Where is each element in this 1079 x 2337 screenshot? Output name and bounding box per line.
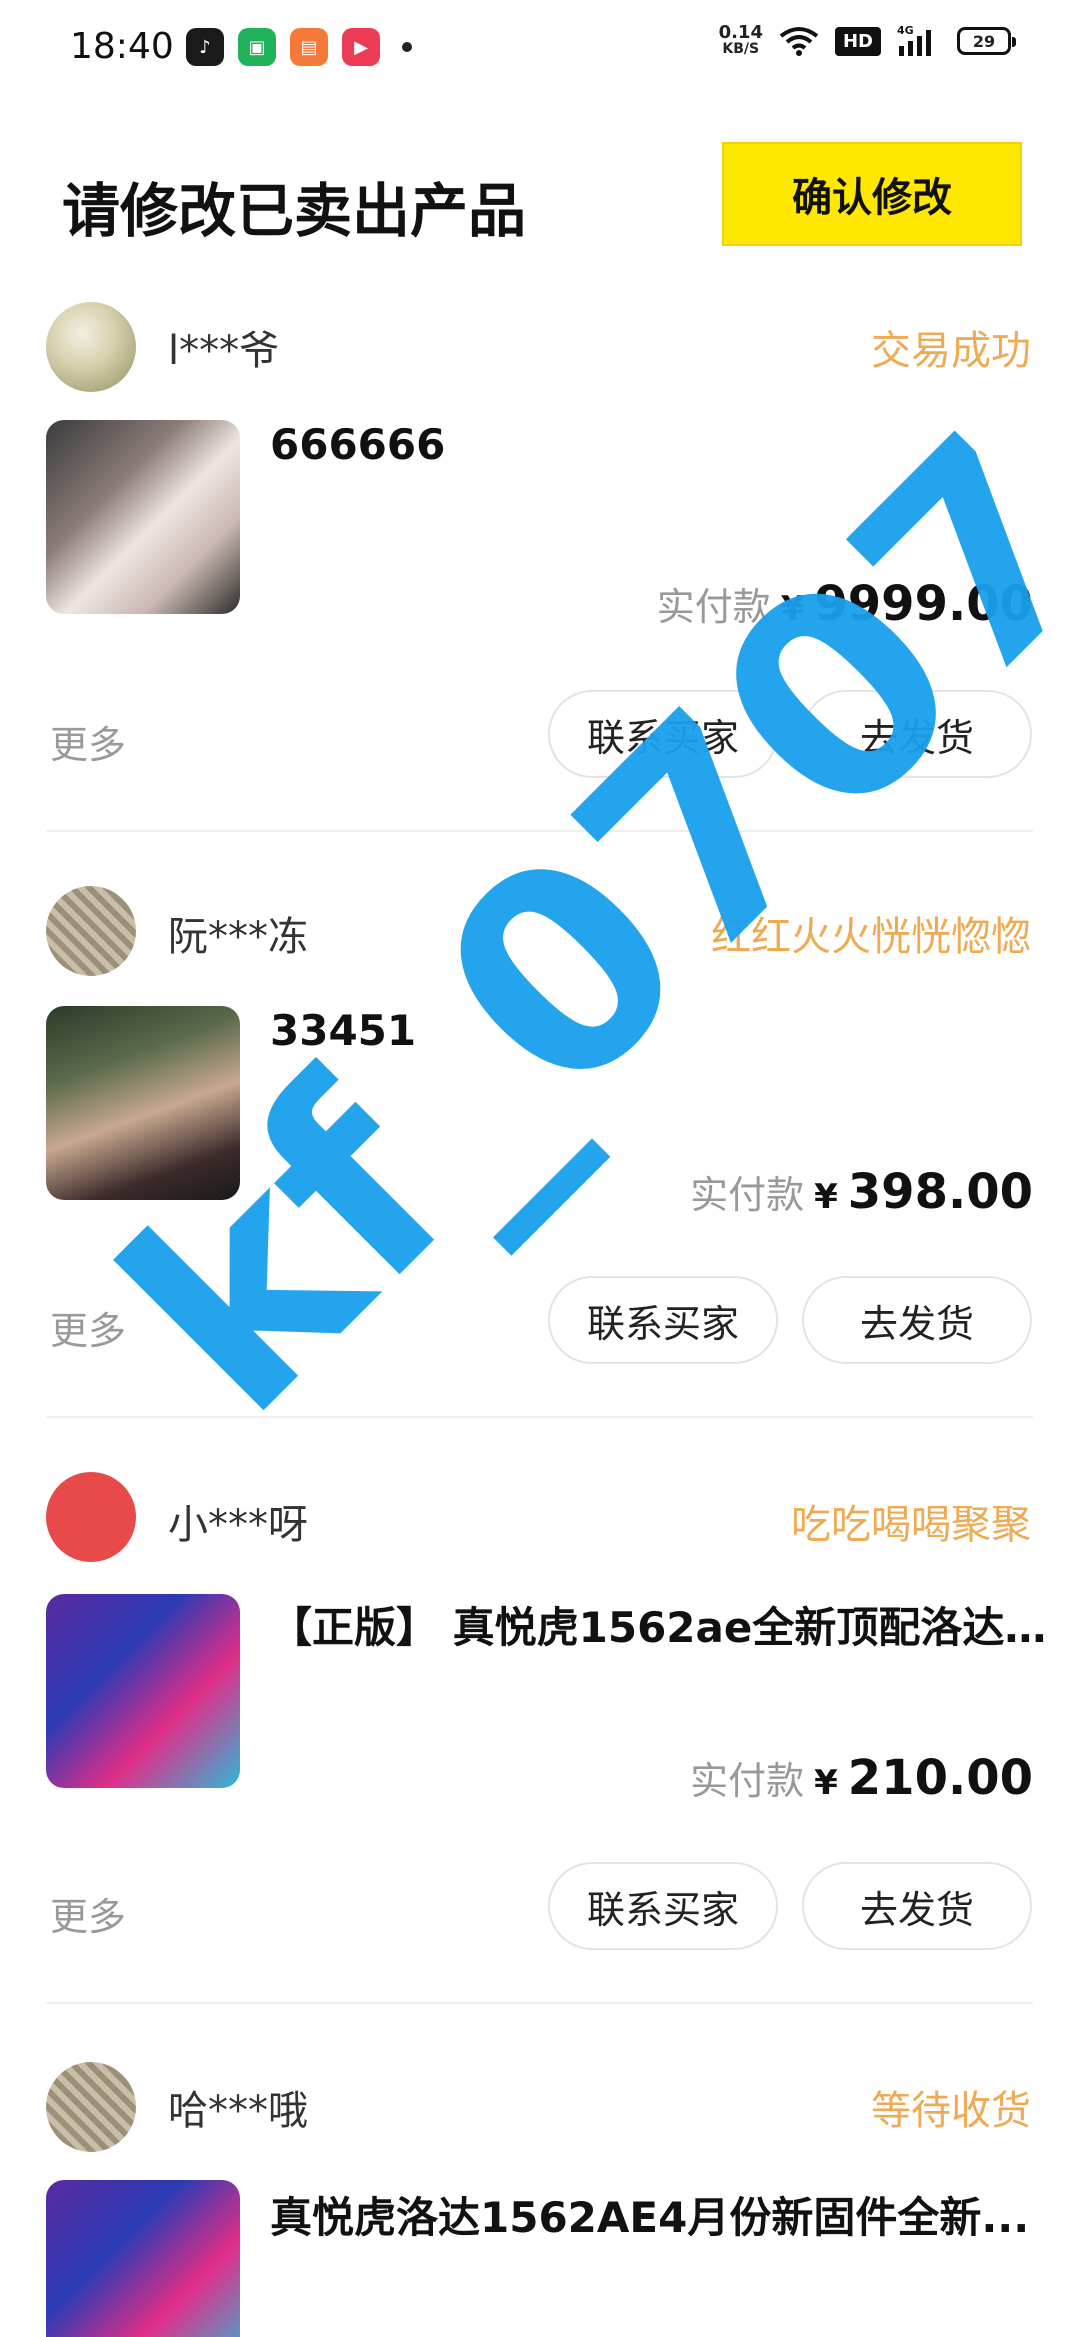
tiktok-icon: ♪ — [186, 28, 224, 66]
product-title[interactable]: 33451 — [270, 1006, 1050, 1055]
buyer-avatar[interactable] — [46, 2062, 136, 2152]
video-app-icon: ▶ — [342, 28, 380, 66]
order-status: 吃吃喝喝聚聚 — [791, 1502, 1031, 1548]
ship-button[interactable]: 去发货 — [802, 1276, 1032, 1364]
order-card: 哈***哦 等待收货 真悦虎洛达1562AE4月份新固件全新... — [0, 2058, 1079, 2337]
price-label: 实付款 — [656, 585, 771, 629]
contact-buyer-button[interactable]: 联系买家 — [548, 690, 778, 778]
order-card: 阮***冻 红红火火恍恍惚惚 33451 实付款 ¥ 398.00 更多 联系买… — [0, 886, 1079, 1476]
more-notifications-dot — [402, 42, 412, 52]
product-title[interactable]: 【正版】 真悦虎1562ae全新顶配洛达... — [270, 1594, 1050, 1655]
buyer-name: 阮***冻 — [168, 914, 308, 960]
product-title[interactable]: 666666 — [270, 420, 1050, 469]
price-row: 实付款 ¥ 9999.00 — [657, 576, 1033, 632]
currency-symbol: ¥ — [780, 589, 805, 629]
order-card: 小***呀 吃吃喝喝聚聚 【正版】 真悦虎1562ae全新顶配洛达... 实付款… — [0, 1472, 1079, 2062]
page-title: 请修改已卖出产品 — [62, 177, 527, 245]
price-label: 实付款 — [690, 1173, 805, 1217]
buyer-name: 哈***哦 — [168, 2088, 308, 2134]
divider — [46, 1416, 1033, 1418]
buyer-avatar[interactable] — [46, 886, 136, 976]
buyer-avatar[interactable] — [46, 302, 136, 392]
price-row: 实付款 ¥ 210.00 — [690, 1750, 1033, 1806]
price-value: 398.00 — [847, 1164, 1033, 1220]
product-thumbnail[interactable] — [46, 420, 240, 614]
system-status: 0.14 KB/S HD 4G 29 — [718, 22, 1016, 58]
contact-buyer-button[interactable]: 联系买家 — [548, 1862, 778, 1950]
buyer-name: 小***呀 — [168, 1502, 308, 1548]
buyer-name: l***爷 — [168, 328, 280, 374]
ship-button[interactable]: 去发货 — [802, 1862, 1032, 1950]
status-time: 18:40 — [70, 26, 174, 67]
order-status: 红红火火恍恍惚惚 — [711, 914, 1031, 960]
divider — [46, 2002, 1033, 2004]
wifi-icon — [779, 26, 819, 56]
order-status: 交易成功 — [871, 328, 1031, 374]
network-speed: 0.14 KB/S — [718, 22, 763, 58]
notification-icons: ♪ ▣ ▤ ▶ — [186, 28, 412, 66]
status-bar: 18:40 ♪ ▣ ▤ ▶ 0.14 KB/S HD 4G 29 — [0, 0, 1079, 96]
chat-app-icon: ▣ — [238, 28, 276, 66]
more-button[interactable]: 更多 — [50, 714, 126, 769]
product-thumbnail[interactable] — [46, 1594, 240, 1788]
product-thumbnail[interactable] — [46, 2180, 240, 2337]
buyer-avatar[interactable] — [46, 1472, 136, 1562]
price-row: 实付款 ¥ 398.00 — [690, 1164, 1033, 1220]
contact-buyer-button[interactable]: 联系买家 — [548, 1276, 778, 1364]
more-button[interactable]: 更多 — [50, 1886, 126, 1941]
battery-icon: 29 — [957, 27, 1016, 55]
order-status: 等待收货 — [871, 2088, 1031, 2134]
order-card: l***爷 交易成功 666666 实付款 ¥ 9999.00 更多 联系买家 … — [0, 296, 1079, 886]
reader-app-icon: ▤ — [290, 28, 328, 66]
divider — [46, 830, 1033, 832]
price-value: 9999.00 — [814, 576, 1033, 632]
signal-icon: 4G — [897, 24, 941, 58]
svg-text:4G: 4G — [897, 24, 914, 37]
confirm-edit-button[interactable]: 确认修改 — [722, 142, 1022, 246]
more-button[interactable]: 更多 — [50, 1300, 126, 1355]
hd-badge: HD — [834, 26, 881, 56]
currency-symbol: ¥ — [814, 1177, 838, 1217]
currency-symbol: ¥ — [814, 1763, 838, 1803]
ship-button[interactable]: 去发货 — [802, 690, 1032, 778]
price-label: 实付款 — [690, 1759, 805, 1803]
price-value: 210.00 — [847, 1750, 1033, 1806]
product-title[interactable]: 真悦虎洛达1562AE4月份新固件全新... — [270, 2184, 1050, 2245]
product-thumbnail[interactable] — [46, 1006, 240, 1200]
